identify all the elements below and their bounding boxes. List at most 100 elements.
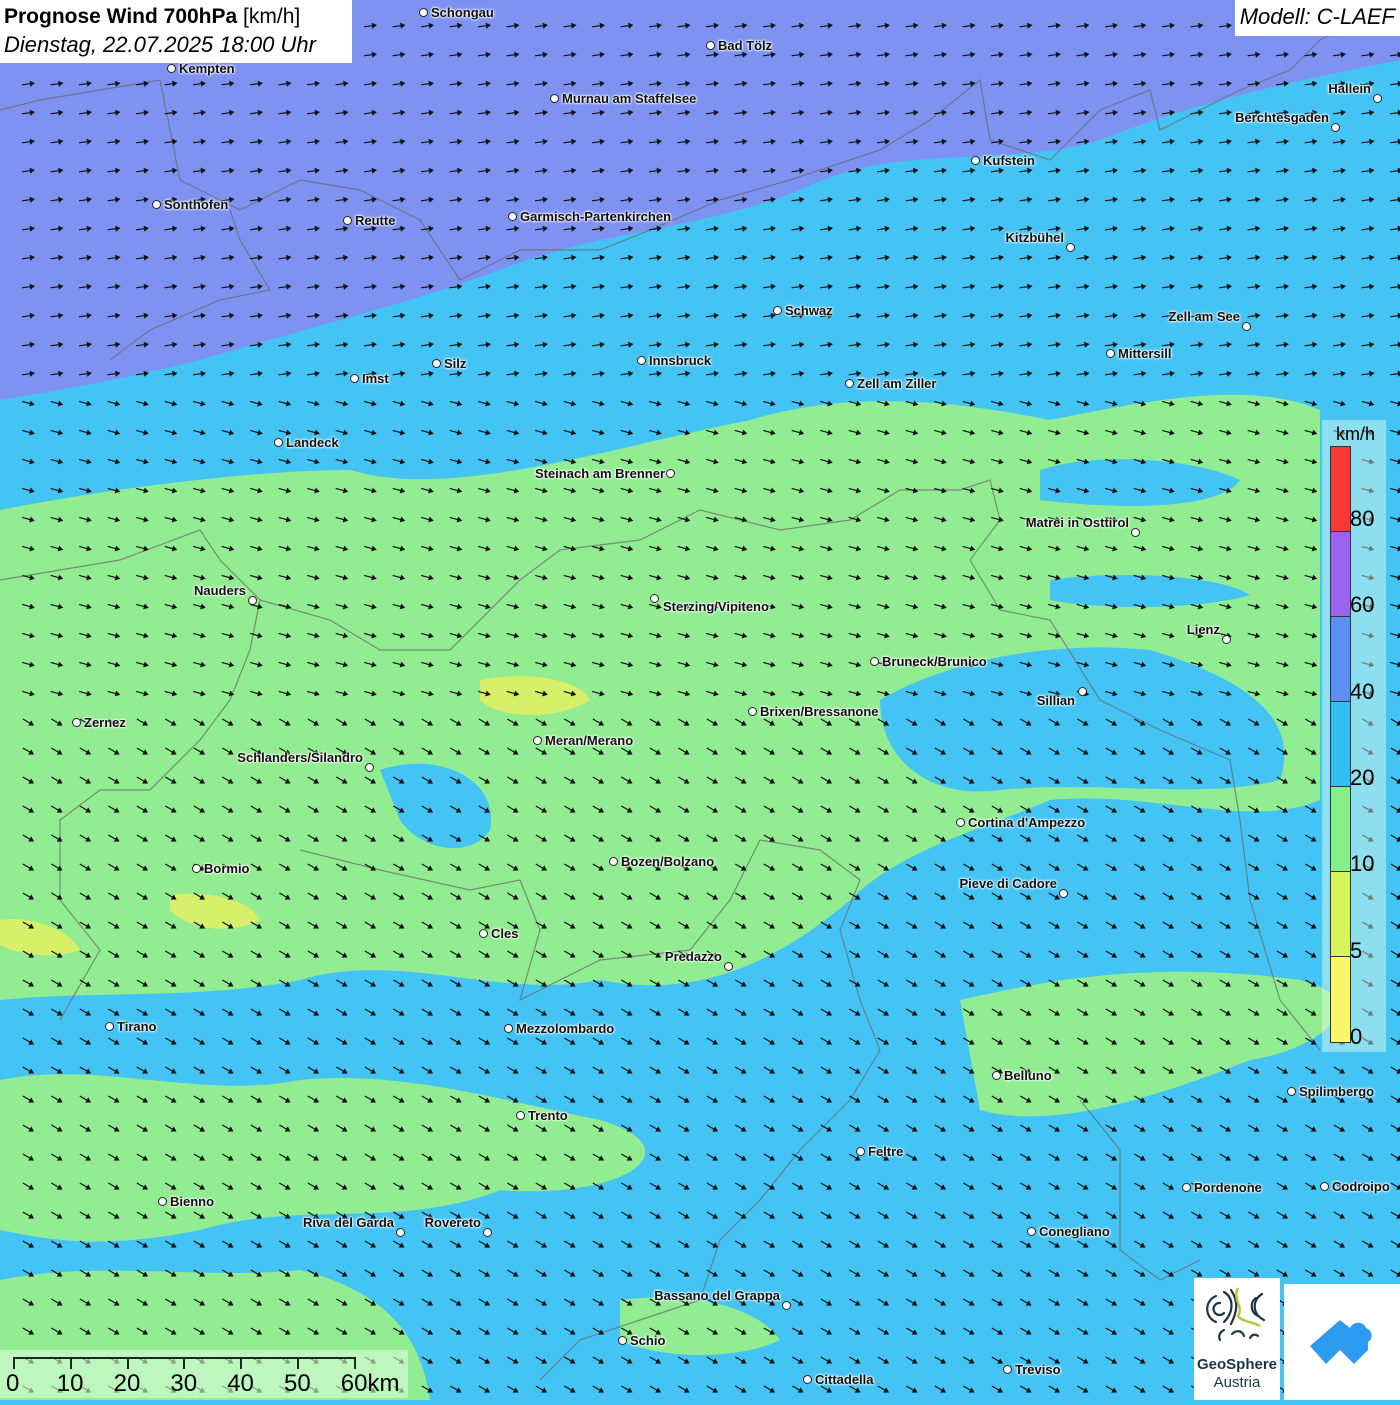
city-label: Zell am See xyxy=(1168,309,1240,324)
city-marker xyxy=(724,962,733,971)
city-marker xyxy=(1066,243,1075,252)
scale-label: 30 xyxy=(170,1370,198,1397)
city-marker xyxy=(956,818,965,827)
city-label: Schlanders/Silandro xyxy=(237,750,363,765)
city-marker xyxy=(1373,94,1382,103)
city-marker xyxy=(1003,1365,1012,1374)
city-marker xyxy=(971,156,980,165)
city-label: Silz xyxy=(444,356,467,371)
city-label: Hallein xyxy=(1328,81,1371,96)
scale-label: 10 xyxy=(56,1370,84,1397)
city-marker xyxy=(1059,889,1068,898)
city-marker xyxy=(1242,322,1251,331)
city-label: Mittersill xyxy=(1118,346,1172,361)
legend-swatch xyxy=(1331,702,1350,787)
city-label: Matrei in Osttirol xyxy=(1025,515,1129,530)
city-marker xyxy=(167,64,176,73)
city-label: Trento xyxy=(528,1108,568,1123)
austria-text: Austria xyxy=(1213,1374,1261,1391)
city-marker xyxy=(1331,123,1340,132)
city-label: Schio xyxy=(630,1333,666,1348)
city-marker xyxy=(516,1111,525,1120)
city-label: Bienno xyxy=(170,1194,215,1209)
city-label: Cortina d'Ampezzo xyxy=(968,815,1086,830)
scale-label: 40 xyxy=(227,1370,254,1397)
legend-tick-label: 5 xyxy=(1350,937,1363,963)
scale-label: 60km xyxy=(340,1370,400,1397)
legend-swatch xyxy=(1331,447,1350,532)
geosphere-austria-logo: GeoSphere Austria xyxy=(1194,1278,1280,1400)
city-label: Kitzbühel xyxy=(1005,230,1065,245)
city-marker xyxy=(706,41,715,50)
city-label: Riva del Garda xyxy=(302,1215,394,1230)
city-marker xyxy=(105,1022,114,1031)
city-marker xyxy=(533,736,542,745)
city-label: Imst xyxy=(362,371,389,386)
city-marker xyxy=(650,594,659,603)
weather-app-logo xyxy=(1284,1284,1400,1400)
city-marker xyxy=(748,707,757,716)
title-text: Prognose Wind 700hPa xyxy=(4,5,238,28)
city-marker xyxy=(192,864,201,873)
city-marker xyxy=(870,657,879,666)
city-label: Sonthofen xyxy=(164,197,229,212)
city-marker xyxy=(365,763,374,772)
color-legend: km/h 80 60 40 20 10 5 0 xyxy=(1322,420,1386,1052)
city-marker xyxy=(550,94,559,103)
city-label: Bad Tölz xyxy=(718,38,773,53)
title-unit: [km/h] xyxy=(243,5,301,28)
city-label: Bozen/Bolzano xyxy=(621,854,715,869)
city-marker xyxy=(1320,1182,1329,1191)
city-marker xyxy=(1131,528,1140,537)
city-marker xyxy=(992,1071,1001,1080)
city-label: Landeck xyxy=(286,435,339,450)
city-label: Mezzolombardo xyxy=(516,1021,615,1036)
scale-tick xyxy=(353,1357,356,1369)
city-label: Spilimbergo xyxy=(1299,1084,1375,1099)
city-marker xyxy=(1222,635,1231,644)
legend-tick-label: 40 xyxy=(1350,678,1375,704)
geosphere-emblem-icon xyxy=(1206,1287,1266,1342)
city-label: Sillian xyxy=(1036,693,1075,708)
city-marker xyxy=(72,718,81,727)
city-marker xyxy=(856,1147,865,1156)
city-marker xyxy=(479,929,488,938)
legend-unit: km/h xyxy=(1336,424,1376,444)
city-label: Belluno xyxy=(1004,1068,1052,1083)
scale-tick xyxy=(183,1357,186,1369)
city-label: Zell am Ziller xyxy=(857,376,937,391)
city-label: Lienz xyxy=(1186,622,1220,637)
city-label: Innsbruck xyxy=(649,353,712,368)
city-marker xyxy=(782,1301,791,1310)
legend-swatch xyxy=(1331,532,1350,617)
city-label: Pordenone xyxy=(1194,1180,1262,1195)
city-marker xyxy=(432,359,441,368)
legend-swatch xyxy=(1331,787,1350,872)
scale-tick xyxy=(240,1357,243,1369)
city-label: Schwaz xyxy=(785,303,833,318)
scale-tick xyxy=(126,1357,129,1369)
city-marker xyxy=(152,200,161,209)
city-label: Bruneck/Brunico xyxy=(882,654,987,669)
city-label: Schongau xyxy=(431,5,494,20)
city-label: Codroipo xyxy=(1332,1179,1390,1194)
city-label: Kufstein xyxy=(983,153,1035,168)
legend-tick-label: 10 xyxy=(1350,851,1375,877)
city-label: Tirano xyxy=(117,1019,157,1034)
city-marker xyxy=(637,356,646,365)
city-marker xyxy=(1027,1227,1036,1236)
scale-tick xyxy=(13,1357,15,1369)
city-label: Kempten xyxy=(179,61,235,76)
city-marker xyxy=(1106,349,1115,358)
scale-tick xyxy=(69,1357,72,1369)
city-label: Feltre xyxy=(868,1144,904,1159)
legend-swatch xyxy=(1331,957,1350,1042)
city-label: Pieve di Cadore xyxy=(959,876,1057,891)
city-label: Murnau am Staffelsee xyxy=(562,91,697,106)
model-label: Modell: C-LAEF xyxy=(1234,0,1400,36)
city-label: Garmisch-Partenkirchen xyxy=(520,209,672,224)
city-label: Cles xyxy=(491,926,519,941)
city-marker xyxy=(343,216,352,225)
scale-label: 0 xyxy=(6,1370,20,1397)
city-marker xyxy=(396,1228,405,1237)
